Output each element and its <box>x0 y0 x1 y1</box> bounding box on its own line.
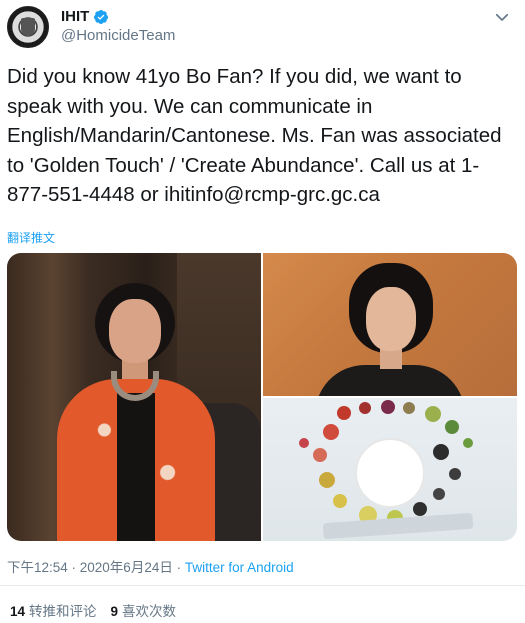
divider <box>0 585 525 586</box>
photo-woman-portrait[interactable] <box>263 253 517 396</box>
retweets-label: 转推和评论 <box>29 604 97 619</box>
chevron-down-icon[interactable] <box>493 8 511 26</box>
verified-badge-icon <box>94 9 109 24</box>
engagement-stats: 14 转推和评论 9 喜欢次数 <box>10 600 176 620</box>
tweet-text: Did you know 41yo Bo Fan? If you did, we… <box>7 65 508 206</box>
display-name[interactable]: IHIT <box>61 8 89 25</box>
crest-icon <box>21 18 35 36</box>
media-grid <box>7 253 517 541</box>
photo-woman-floral-jacket[interactable] <box>7 253 261 541</box>
retweets-stat[interactable]: 14 转推和评论 <box>10 600 97 620</box>
retweets-count: 14 <box>10 604 26 619</box>
translate-tweet-link[interactable]: 翻译推文 <box>7 229 55 246</box>
timestamp[interactable]: 下午12:54 · 2020年6月24日 · <box>7 560 185 575</box>
likes-stat[interactable]: 9 喜欢次数 <box>111 600 177 620</box>
author-handle[interactable]: @HomicideTeam <box>61 27 175 44</box>
photo-colorful-logo[interactable] <box>263 398 517 541</box>
tweet-card: IHIT @HomicideTeam Did you know 41yo Bo … <box>0 0 525 623</box>
likes-count: 9 <box>110 604 119 619</box>
author-name-row: IHIT <box>61 8 109 25</box>
avatar[interactable] <box>7 6 49 48</box>
source-link[interactable]: Twitter for Android <box>185 560 294 575</box>
tweet-meta: 下午12:54 · 2020年6月24日 · Twitter for Andro… <box>7 556 294 576</box>
likes-label: 喜欢次数 <box>122 604 177 619</box>
